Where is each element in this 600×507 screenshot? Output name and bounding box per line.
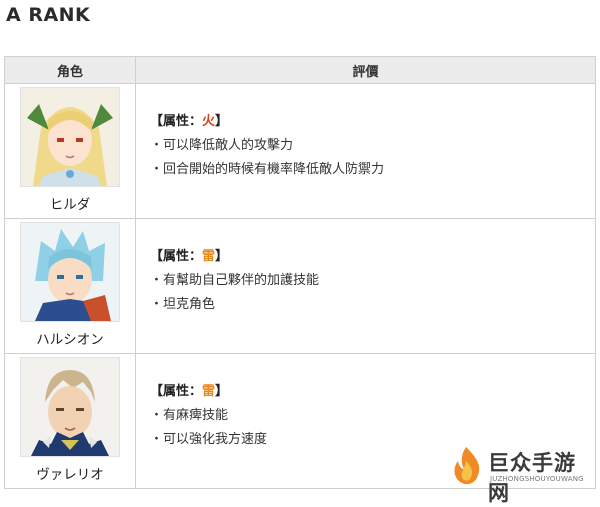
attribute-line: 【属性：雷】 [150,380,595,404]
attribute-close: 】 [215,114,229,129]
evaluation-cell: 【属性：火】 ・可以降低敵人的攻擊力 ・回合開始的時候有機率降低敵人防禦力 [135,83,596,219]
table-row: ヒルダ 【属性：火】 ・可以降低敵人的攻擊力 ・回合開始的時候有機率降低敵人防禦… [4,83,596,219]
attribute-close: 】 [215,249,229,264]
attribute-close: 】 [215,384,229,399]
evaluation-bullet: ・可以降低敵人的攻擊力 [150,138,294,153]
flame-logo-icon [446,445,486,487]
attribute-line: 【属性：火】 [150,110,595,134]
evaluation-bullet: ・坦克角色 [150,297,216,312]
attribute-value: 火 [202,114,216,129]
column-header-character: 角色 [4,56,136,84]
character-name: ヒルダ [49,197,91,213]
watermark: 巨众手游网 JUZHONGSHOUYOUWANG [446,445,596,505]
table-row: ハルシオン 【属性：雷】 ・有幫助自己夥伴的加護技能 ・坦克角色 [4,218,596,354]
attribute-label: 【属性： [150,384,203,399]
attribute-value: 雷 [202,384,216,399]
attribute-label: 【属性： [150,114,203,129]
character-cell: ハルシオン [4,218,136,354]
column-header-evaluation: 評價 [135,56,596,84]
character-portrait [20,357,120,457]
evaluation-bullet: ・回合開始的時候有機率降低敵人防禦力 [150,162,385,177]
rank-table: 角色 評價 ヒルダ 【属性：火】 ・可以降低敵人的攻擊力 ・回合開始的時候有機率… [4,56,596,489]
section-title: A RANK [6,4,91,26]
character-cell: ヒルダ [4,83,136,219]
attribute-line: 【属性：雷】 [150,245,595,269]
evaluation-bullet: ・有麻痺技能 [150,408,229,423]
evaluation-cell: 【属性：雷】 ・有幫助自己夥伴的加護技能 ・坦克角色 [135,218,596,354]
character-portrait [20,222,120,322]
character-name: ハルシオン [36,332,104,348]
attribute-value: 雷 [202,249,216,264]
character-name: ヴァレリオ [36,467,104,483]
character-portrait [20,87,120,187]
evaluation-bullet: ・有幫助自己夥伴的加護技能 [150,273,320,288]
character-cell: ヴァレリオ [4,353,136,489]
attribute-label: 【属性： [150,249,203,264]
watermark-subtext: JUZHONGSHOUYOUWANG [490,475,584,483]
